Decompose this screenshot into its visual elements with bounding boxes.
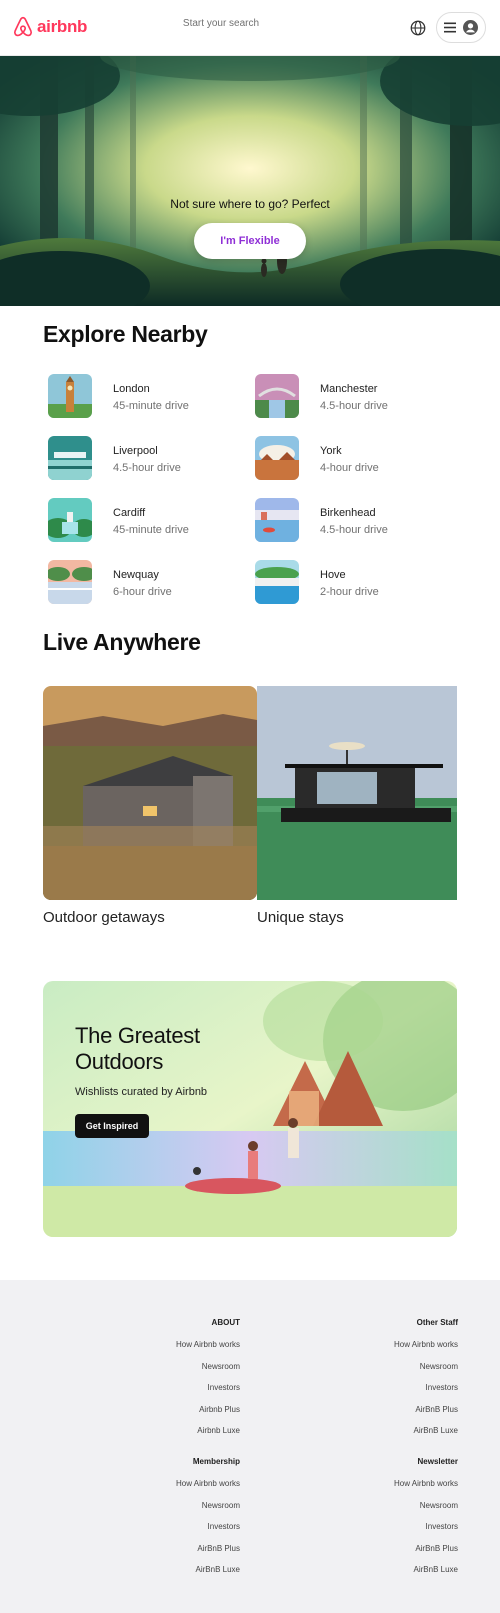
footer-link[interactable]: How Airbnb works <box>176 1478 240 1500</box>
nearby-item-cardiff[interactable]: Cardiff 45-minute drive <box>48 498 248 544</box>
footer-link[interactable]: AirBnB Plus <box>176 1543 240 1565</box>
nearby-item-london[interactable]: London 45-minute drive <box>48 374 248 420</box>
footer-link[interactable]: Investors <box>176 1382 240 1404</box>
nearby-distance: 4.5-hour drive <box>113 462 181 474</box>
outdoors-illustration <box>43 981 457 1237</box>
houseboat-image <box>257 686 457 900</box>
nearby-name: Birkenhead <box>320 507 376 519</box>
nearby-distance: 4.5-hour drive <box>320 400 388 412</box>
search-input[interactable]: Start your search <box>150 18 292 29</box>
outdoor-getaways-label[interactable]: Outdoor getaways <box>43 909 165 926</box>
footer-link[interactable]: Investors <box>176 1521 240 1543</box>
footer-heading: Other Staff <box>416 1318 458 1327</box>
hamburger-icon <box>444 22 456 33</box>
footer-link[interactable]: Investors <box>394 1382 458 1404</box>
cabin-image <box>43 686 257 900</box>
footer-link[interactable]: Airbnb Luxe <box>176 1425 240 1447</box>
outdoors-title-line2: Outdoors <box>75 1049 164 1074</box>
footer-link[interactable]: AirBnB Plus <box>394 1543 458 1565</box>
cardiff-thumbnail <box>48 498 92 542</box>
footer-link[interactable]: AirBnB Luxe <box>394 1425 458 1447</box>
user-circle-icon <box>463 20 478 35</box>
nearby-item-hove[interactable]: Hove 2-hour drive <box>255 560 455 606</box>
footer-column-about: ABOUT How Airbnb works Newsroom Investor… <box>176 1317 240 1447</box>
footer-link[interactable]: Newsroom <box>394 1361 458 1383</box>
footer-link[interactable]: Airbnb Plus <box>176 1404 240 1426</box>
top-header: airbnb Start your search <box>0 0 500 56</box>
footer-link[interactable]: Newsroom <box>176 1361 240 1383</box>
outdoors-subtitle: Wishlists curated by Airbnb <box>75 1086 208 1098</box>
logo-text: airbnb <box>37 17 88 36</box>
york-thumbnail <box>255 436 299 480</box>
footer-heading: ABOUT <box>211 1318 240 1327</box>
nearby-name: Liverpool <box>113 445 158 457</box>
airbnb-logo[interactable]: airbnb <box>12 16 87 38</box>
nearby-distance: 4.5-hour drive <box>320 524 388 536</box>
footer-link[interactable]: Newsroom <box>394 1500 458 1522</box>
unique-stays-card[interactable] <box>257 686 457 900</box>
airbnb-logo-icon <box>14 16 32 37</box>
user-menu-button[interactable] <box>436 12 486 43</box>
footer-link[interactable]: How Airbnb works <box>394 1478 458 1500</box>
footer-link[interactable]: AirBnB Luxe <box>394 1564 458 1586</box>
hove-thumbnail <box>255 560 299 604</box>
outdoors-title: The Greatest Outdoors <box>75 1023 200 1075</box>
live-anywhere-title: Live Anywhere <box>43 629 201 655</box>
nearby-name: York <box>320 445 342 457</box>
outdoors-title-line1: The Greatest <box>75 1023 200 1048</box>
footer-column-newsletter: Newsletter How Airbnb works Newsroom Inv… <box>394 1456 458 1586</box>
unique-stays-label[interactable]: Unique stays <box>257 909 344 926</box>
get-inspired-button[interactable]: Get Inspired <box>75 1114 149 1138</box>
nearby-distance: 45-minute drive <box>113 524 189 536</box>
forest-hero-image <box>0 56 500 306</box>
nearby-name: Hove <box>320 569 346 581</box>
nearby-name: London <box>113 383 150 395</box>
nearby-distance: 6-hour drive <box>113 586 172 598</box>
nearby-name: Newquay <box>113 569 159 581</box>
london-thumbnail <box>48 374 92 418</box>
greatest-outdoors-banner: The Greatest Outdoors Wishlists curated … <box>43 981 457 1237</box>
nearby-distance: 2-hour drive <box>320 586 379 598</box>
im-flexible-button[interactable]: I'm Flexible <box>194 223 306 259</box>
footer-heading: Newsletter <box>417 1457 458 1466</box>
hero-banner: Not sure where to go? Perfect I'm Flexib… <box>0 56 500 306</box>
site-footer: ABOUT How Airbnb works Newsroom Investor… <box>0 1280 500 1613</box>
outdoor-getaways-card[interactable] <box>43 686 257 900</box>
liverpool-thumbnail <box>48 436 92 480</box>
nearby-item-manchester[interactable]: Manchester 4.5-hour drive <box>255 374 455 420</box>
footer-link[interactable]: Newsroom <box>176 1500 240 1522</box>
footer-link[interactable]: Investors <box>394 1521 458 1543</box>
footer-heading: Membership <box>192 1457 240 1466</box>
manchester-thumbnail <box>255 374 299 418</box>
footer-link[interactable]: AirBnB Luxe <box>176 1564 240 1586</box>
nearby-distance: 4-hour drive <box>320 462 379 474</box>
footer-link[interactable]: AirBnB Plus <box>394 1404 458 1426</box>
newquay-thumbnail <box>48 560 92 604</box>
explore-nearby-title: Explore Nearby <box>43 321 208 347</box>
footer-link[interactable]: How Airbnb works <box>394 1339 458 1361</box>
nearby-item-liverpool[interactable]: Liverpool 4.5-hour drive <box>48 436 248 482</box>
nearby-item-york[interactable]: York 4-hour drive <box>255 436 455 482</box>
footer-column-other-staff: Other Staff How Airbnb works Newsroom In… <box>394 1317 458 1447</box>
footer-column-membership: Membership How Airbnb works Newsroom Inv… <box>176 1456 240 1586</box>
footer-link[interactable]: How Airbnb works <box>176 1339 240 1361</box>
nearby-item-birkenhead[interactable]: Birkenhead 4.5-hour drive <box>255 498 455 544</box>
hero-tagline: Not sure where to go? Perfect <box>170 197 330 211</box>
nearby-name: Manchester <box>320 383 378 395</box>
nearby-name: Cardiff <box>113 507 146 519</box>
nearby-distance: 45-minute drive <box>113 400 189 412</box>
birkenhead-thumbnail <box>255 498 299 542</box>
nearby-item-newquay[interactable]: Newquay 6-hour drive <box>48 560 248 606</box>
globe-icon[interactable] <box>409 19 427 37</box>
